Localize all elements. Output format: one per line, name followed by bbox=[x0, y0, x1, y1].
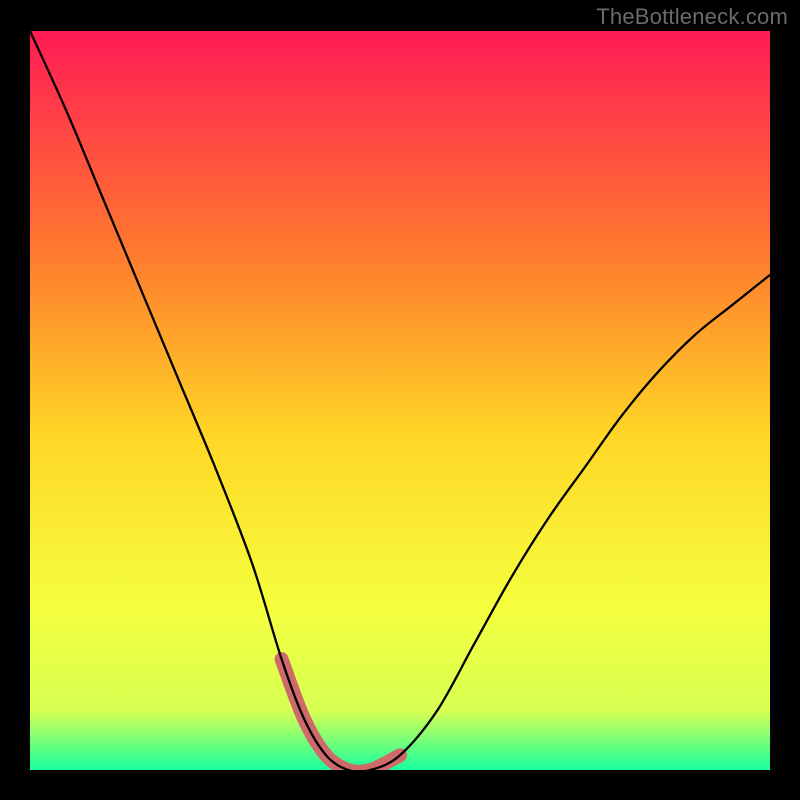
chart-container: TheBottleneck.com bbox=[0, 0, 800, 800]
plot-area bbox=[30, 31, 770, 770]
attribution-text: TheBottleneck.com bbox=[596, 4, 788, 30]
background-gradient bbox=[30, 31, 770, 770]
chart-svg bbox=[30, 31, 770, 770]
